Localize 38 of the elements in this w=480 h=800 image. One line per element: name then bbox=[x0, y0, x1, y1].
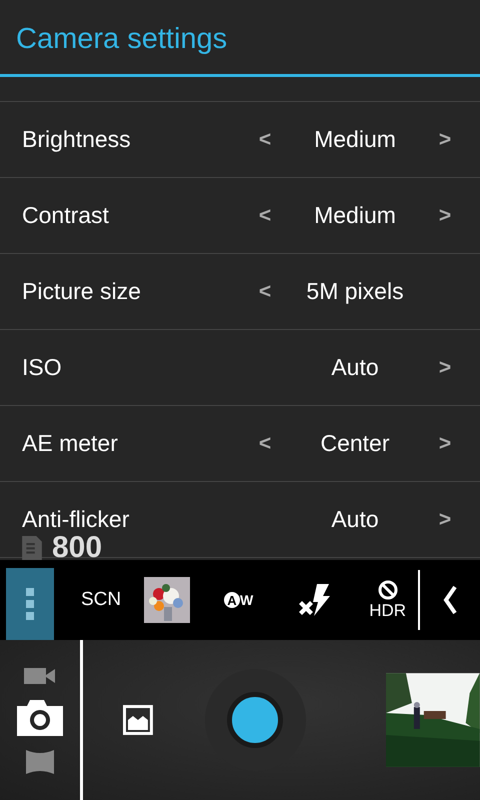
setting-value: Auto bbox=[331, 506, 379, 533]
camera-icon[interactable] bbox=[16, 700, 63, 736]
next-arrow[interactable]: > bbox=[438, 432, 452, 456]
setting-name: AE meter bbox=[22, 430, 118, 457]
next-arrow[interactable]: > bbox=[438, 204, 452, 228]
collapse-chevron-icon[interactable] bbox=[442, 585, 458, 615]
next-arrow[interactable]: > bbox=[438, 128, 452, 152]
menu-button[interactable] bbox=[6, 568, 54, 640]
hdr-off-button[interactable]: HDR bbox=[369, 580, 406, 620]
gallery-icon[interactable] bbox=[122, 705, 153, 735]
setting-value: Medium bbox=[314, 126, 396, 153]
scene-mode-button[interactable]: SCN bbox=[66, 589, 136, 611]
previous-arrow[interactable]: < bbox=[258, 204, 272, 228]
no-sign-icon bbox=[378, 580, 398, 600]
setting-name: ISO bbox=[22, 354, 62, 381]
remaining-shots-count: 800 bbox=[52, 536, 102, 560]
next-arrow[interactable]: > bbox=[438, 356, 452, 380]
setting-value: 5M pixels bbox=[306, 278, 404, 305]
setting-row[interactable]: AE meter < Center > bbox=[0, 406, 480, 482]
setting-row[interactable]: Brightness < Medium > bbox=[0, 102, 480, 178]
sd-card-icon bbox=[22, 536, 42, 560]
setting-name: Anti-flicker bbox=[22, 506, 130, 533]
setting-row[interactable]: Picture size < 5M pixels bbox=[0, 254, 480, 330]
setting-value: Medium bbox=[314, 202, 396, 229]
setting-value: Center bbox=[320, 430, 390, 457]
panorama-icon[interactable] bbox=[26, 750, 54, 774]
previous-arrow[interactable]: < bbox=[258, 280, 272, 304]
previous-arrow[interactable]: < bbox=[258, 432, 272, 456]
setting-name: Picture size bbox=[22, 278, 141, 305]
video-camera-icon[interactable] bbox=[24, 666, 56, 686]
setting-row[interactable]: ISO Auto > bbox=[0, 330, 480, 406]
setting-name: Contrast bbox=[22, 202, 109, 229]
next-arrow[interactable]: > bbox=[438, 508, 452, 532]
setting-row[interactable]: Contrast < Medium > bbox=[0, 178, 480, 254]
setting-name: Brightness bbox=[22, 126, 131, 153]
setting-value: Auto bbox=[331, 354, 379, 381]
previous-arrow[interactable]: < bbox=[258, 128, 272, 152]
screen-title: Camera settings bbox=[16, 22, 228, 56]
